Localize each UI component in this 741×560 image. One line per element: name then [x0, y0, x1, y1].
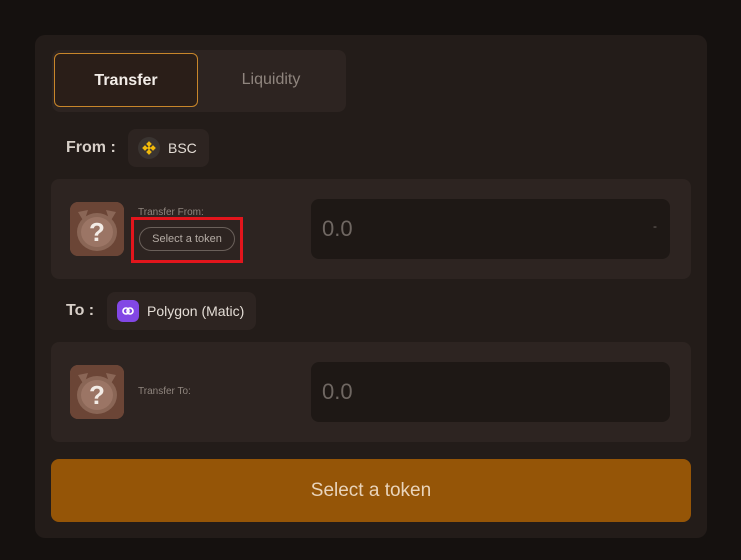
unknown-token-icon: ?: [70, 365, 124, 419]
to-amount-input[interactable]: [311, 362, 670, 422]
from-chain-selector[interactable]: BSC: [128, 129, 209, 167]
from-chain-name: BSC: [168, 140, 197, 156]
from-amount-input[interactable]: [311, 199, 670, 259]
svg-text:?: ?: [89, 217, 105, 247]
to-chain-name: Polygon (Matic): [147, 303, 245, 319]
tab-bar: Transfer Liquidity: [52, 50, 346, 112]
from-label: From :: [66, 139, 116, 156]
to-label: To :: [66, 302, 95, 319]
transfer-to-card: ? Transfer To:: [51, 342, 691, 442]
from-amount-box: -: [311, 199, 670, 259]
highlight-box: [131, 217, 243, 263]
unknown-token-icon: ?: [70, 202, 124, 256]
to-chain-selector[interactable]: Polygon (Matic): [107, 292, 257, 330]
from-balance: -: [653, 219, 657, 233]
transfer-to-label: Transfer To:: [138, 386, 191, 397]
bnb-icon: [138, 137, 160, 159]
svg-text:?: ?: [89, 380, 105, 410]
select-token-action-button[interactable]: Select a token: [51, 459, 691, 522]
to-amount-box: [311, 362, 670, 422]
tab-transfer[interactable]: Transfer: [54, 53, 198, 107]
polygon-icon: [117, 300, 139, 322]
bridge-panel: Transfer Liquidity From : BSC ? Transfer…: [35, 35, 707, 538]
tab-liquidity[interactable]: Liquidity: [198, 53, 344, 107]
